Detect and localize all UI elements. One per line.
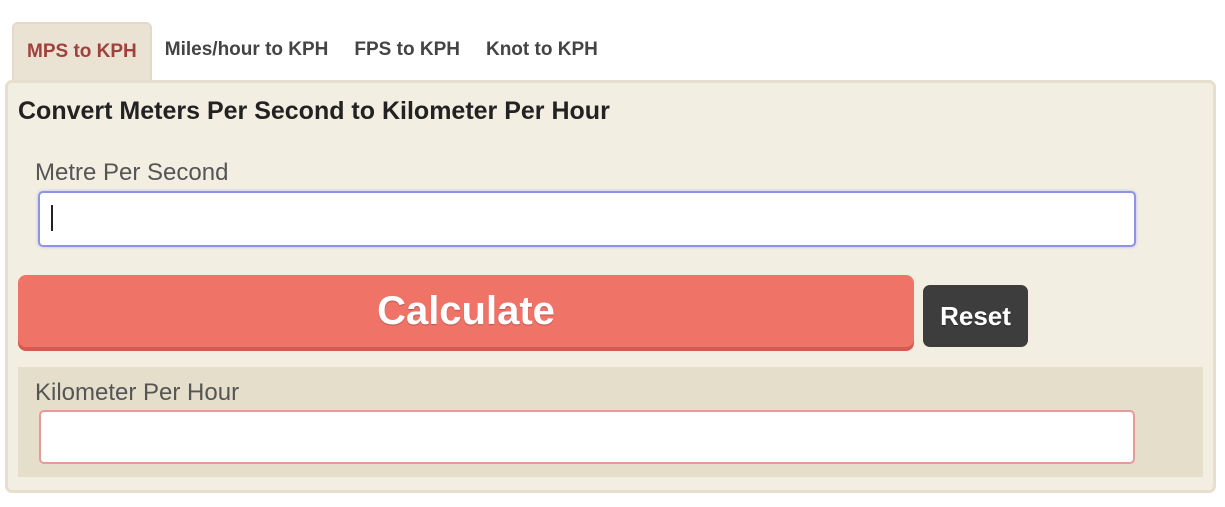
converter-title: Convert Meters Per Second to Kilometer P…: [18, 97, 610, 125]
mps-label: Metre Per Second: [35, 159, 229, 186]
calculate-button[interactable]: Calculate: [18, 275, 914, 347]
kph-label: Kilometer Per Hour: [35, 379, 240, 406]
text-caret: [51, 205, 53, 231]
converter-panel: Convert Meters Per Second to Kilometer P…: [5, 80, 1216, 493]
result-section: Kilometer Per Hour: [18, 367, 1203, 477]
mps-input[interactable]: [38, 191, 1136, 247]
tab-fps-to-kph[interactable]: FPS to KPH: [341, 22, 473, 80]
tab-knot-to-kph[interactable]: Knot to KPH: [473, 22, 611, 80]
tab-miles-hour-to-kph[interactable]: Miles/hour to KPH: [152, 22, 342, 80]
tab-bar: MPS to KPH Miles/hour to KPH FPS to KPH …: [12, 22, 611, 82]
tab-mps-to-kph[interactable]: MPS to KPH: [12, 22, 152, 82]
kph-output[interactable]: [39, 410, 1135, 464]
reset-button[interactable]: Reset: [923, 285, 1028, 347]
